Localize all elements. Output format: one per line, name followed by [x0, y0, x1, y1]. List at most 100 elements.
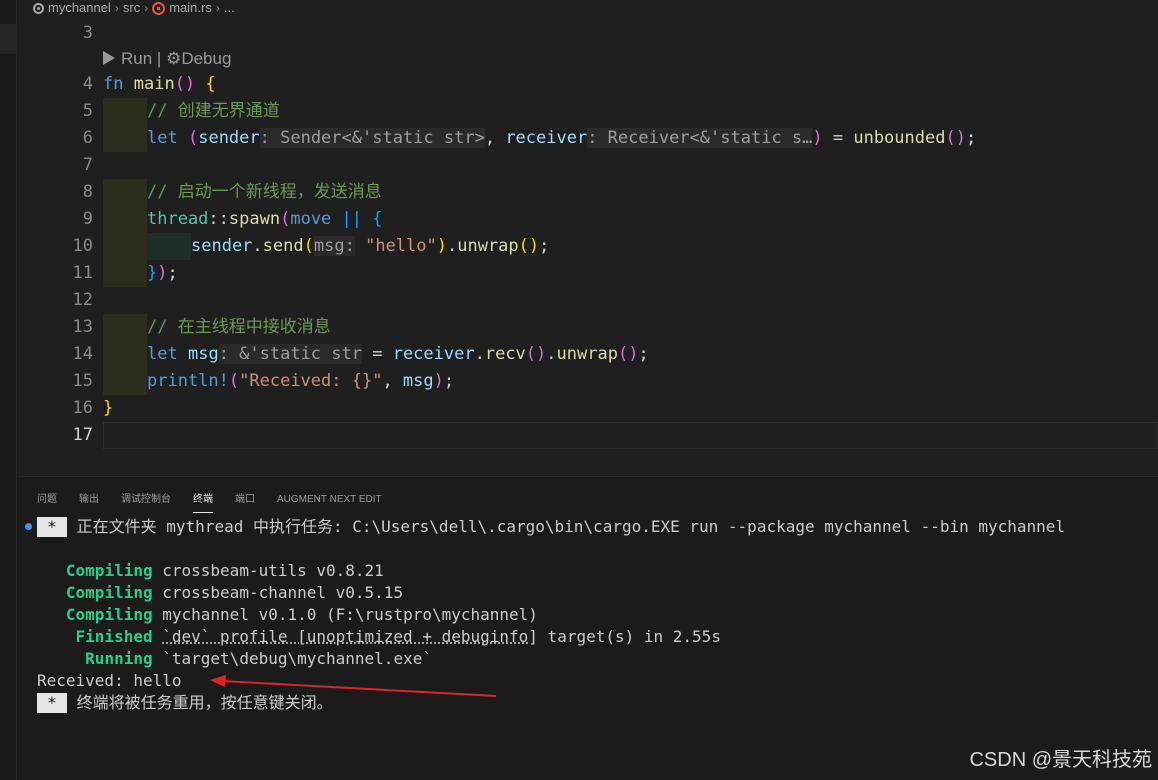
compile-text: crossbeam-utils v0.8.21 — [162, 561, 384, 580]
indent-guide — [147, 233, 191, 260]
rust-file-icon — [152, 1, 166, 15]
compile-status: Compiling — [65, 605, 153, 624]
compile-text: mychannel v0.1.0 (F:\rustpro\mychannel) — [162, 605, 538, 624]
semicolon: ; — [167, 263, 178, 283]
breadcrumb-src[interactable]: src — [123, 1, 140, 14]
paren-close: ) — [812, 128, 823, 148]
dot: . — [546, 344, 557, 364]
line-number: 15 — [72, 371, 93, 391]
semicolon: ; — [965, 128, 977, 148]
paren-close: ) — [433, 371, 444, 391]
terminal-compile-line: Compiling crossbeam-channel v0.5.15 — [37, 582, 403, 604]
activity-bar-notch — [0, 24, 17, 54]
indent-guide — [103, 179, 147, 206]
paren-open: ( — [280, 209, 291, 229]
tab-debug-console[interactable]: 调试控制台 — [121, 493, 171, 513]
indent-guide — [103, 314, 147, 341]
codelens-divider: | — [156, 49, 162, 68]
path-sep: :: — [208, 209, 229, 229]
dot: . — [474, 344, 485, 364]
breadcrumb-file[interactable]: main.rs — [169, 1, 212, 14]
line-number: 4 — [82, 74, 93, 94]
brace-open: { — [372, 209, 383, 229]
tab-ports[interactable]: 端口 — [235, 493, 255, 513]
task-star-badge: * — [37, 693, 67, 713]
codelens-debug[interactable]: Debug — [181, 49, 231, 68]
gear-icon: ⚙ — [166, 49, 182, 68]
line-number: 10 — [72, 236, 93, 256]
terminal-task-line: * 正在文件夹 mythread 中执行任务: C:\Users\dell\.c… — [37, 516, 1065, 538]
var-sender: sender — [191, 236, 253, 256]
comma: , — [484, 128, 496, 148]
brace-open: { — [205, 74, 216, 94]
line-number: 7 — [82, 155, 93, 175]
line-number: 9 — [82, 209, 93, 229]
tab-output[interactable]: 输出 — [79, 493, 99, 513]
brace-close: } — [103, 398, 114, 418]
var-receiver: receiver — [505, 128, 588, 148]
indent-guide — [103, 206, 147, 233]
indent-guide — [103, 260, 147, 287]
tab-augment-next-edit[interactable]: AUGMENT NEXT EDIT — [277, 493, 382, 513]
code-line-13: // 在主线程中接收消息 — [103, 314, 331, 341]
breadcrumb-more[interactable]: ... — [224, 1, 235, 14]
finished-rest: target(s) in 2.55s — [537, 627, 721, 646]
breadcrumb-folder[interactable]: mychannel — [48, 1, 111, 14]
tab-problems[interactable]: 问题 — [37, 493, 57, 513]
equals: = — [361, 344, 393, 364]
parens: () — [518, 236, 540, 256]
module-thread: thread — [147, 209, 209, 229]
code-line-4: fn main() { — [103, 71, 216, 98]
line-number: 14 — [72, 344, 93, 364]
terminal-compile-line: Compiling crossbeam-utils v0.8.21 — [37, 560, 384, 582]
comment: // 创建无界通道 — [147, 101, 280, 121]
line-number: 8 — [82, 182, 93, 202]
string-literal: "hello" — [365, 236, 437, 256]
fn-recv: recv — [484, 344, 526, 364]
var-receiver: receiver — [392, 344, 475, 364]
line-number-active: 17 — [72, 425, 93, 445]
task-command: 正在文件夹 mythread 中执行任务: C:\Users\dell\.car… — [76, 517, 1066, 536]
string-literal: "Received: {}" — [239, 371, 383, 391]
activity-bar-edge — [0, 0, 17, 780]
var-sender: sender — [198, 128, 260, 148]
chevron-right-icon: › — [144, 1, 149, 15]
semicolon: ; — [638, 344, 649, 364]
reuse-message: 终端将被任务重用，按任意键关闭。 — [76, 693, 333, 712]
code-editor[interactable]: 3 4 5 6 7 8 9 10 11 12 13 14 15 16 17 Ru… — [17, 16, 1158, 476]
param-hint: msg: — [313, 236, 355, 256]
type-hint: : Sender<&'static str> — [259, 128, 485, 148]
code-line-16: } — [103, 395, 113, 422]
running-text: `target\debug\mychannel.exe` — [162, 649, 432, 668]
current-line-highlight[interactable] — [103, 422, 1158, 449]
keyword-fn: fn — [103, 74, 124, 94]
comment: // 在主线程中接收消息 — [147, 317, 331, 337]
codelens: Run | ⚙Debug — [103, 48, 231, 70]
code-line-11: }); — [103, 260, 178, 287]
running-status: Running — [85, 649, 153, 668]
code-line-9: thread::spawn(move || { — [103, 206, 383, 233]
line-number: 13 — [72, 317, 93, 337]
dot: . — [252, 236, 263, 256]
codelens-run[interactable]: Run — [121, 49, 152, 68]
line-number: 6 — [82, 128, 93, 148]
var-msg: msg — [402, 371, 434, 391]
paren-open: ( — [228, 371, 240, 391]
compile-text: crossbeam-channel v0.5.15 — [162, 583, 404, 602]
task-status-dot — [25, 523, 32, 530]
paren-close: ) — [157, 263, 168, 283]
parens: () — [174, 74, 196, 94]
compile-status: Compiling — [65, 561, 153, 580]
terminal-running-line: Running `target\debug\mychannel.exe` — [37, 648, 432, 670]
fn-call: unbounded — [853, 128, 946, 148]
line-number: 11 — [72, 263, 93, 283]
paren-open: ( — [303, 236, 314, 256]
keyword-move: move — [290, 209, 332, 229]
finished-status: Finished — [75, 627, 153, 646]
chevron-right-icon: › — [114, 1, 119, 15]
terminal-reuse-line: * 终端将被任务重用，按任意键关闭。 — [37, 692, 333, 714]
code-line-6: let (sender: Sender<&'static str>, recei… — [103, 125, 976, 152]
indent-guide — [103, 368, 147, 395]
panel-tabs: 问题 输出 调试控制台 终端 端口 AUGMENT NEXT EDIT — [37, 493, 404, 515]
tab-terminal[interactable]: 终端 — [193, 493, 213, 513]
